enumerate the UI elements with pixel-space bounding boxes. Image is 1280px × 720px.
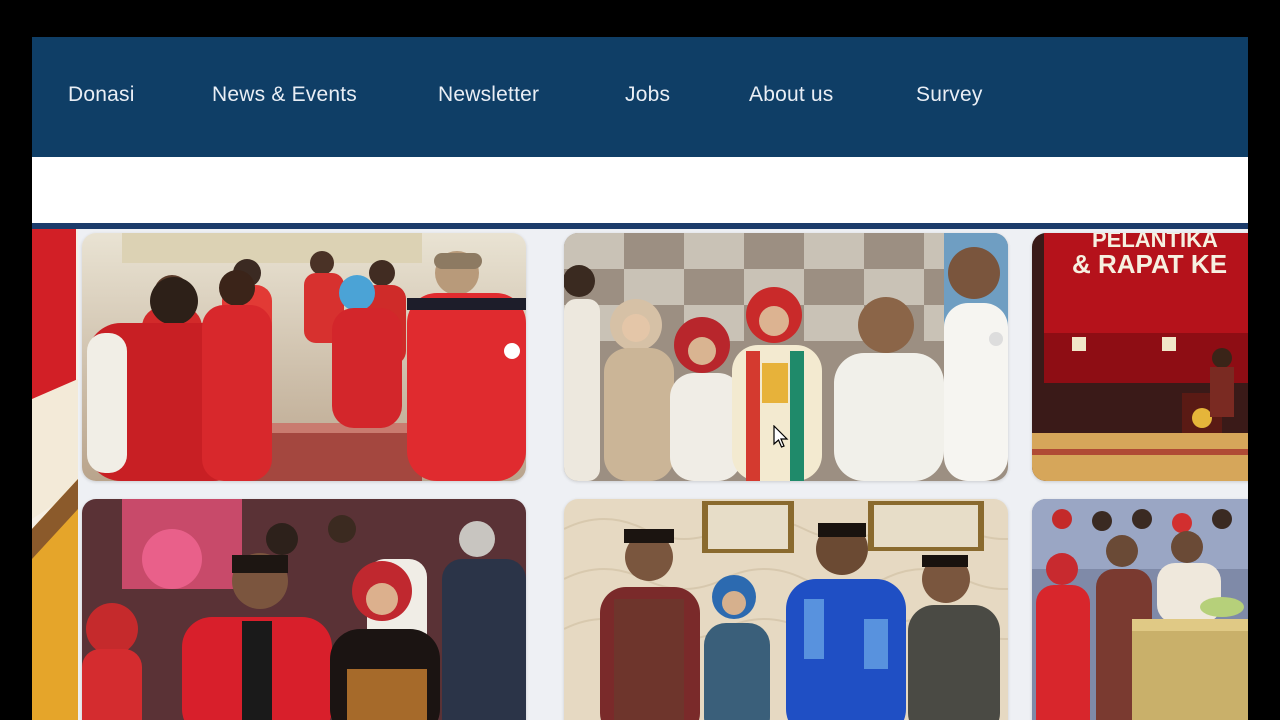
gallery-photo-3[interactable]: PELANTIKA & RAPAT KE <box>1032 233 1248 481</box>
mouse-cursor-icon <box>773 425 789 448</box>
gallery-photo-4[interactable] <box>82 499 526 720</box>
nav-jobs[interactable]: Jobs <box>625 83 670 107</box>
decorative-banner-edge <box>32 229 78 720</box>
browser-viewport: Donasi News & Events Newsletter Jobs Abo… <box>32 37 1248 720</box>
main-navbar: Donasi News & Events Newsletter Jobs Abo… <box>32 37 1248 157</box>
nav-newsletter[interactable]: Newsletter <box>438 83 539 107</box>
nav-survey[interactable]: Survey <box>916 83 983 107</box>
nav-donasi[interactable]: Donasi <box>68 83 135 107</box>
gallery-photo-1[interactable] <box>82 233 526 481</box>
banner-text-line2: & RAPAT KE <box>1072 249 1227 279</box>
gallery-photo-6[interactable] <box>1032 499 1248 720</box>
header-spacer <box>32 157 1248 223</box>
nav-about-us[interactable]: About us <box>749 83 834 107</box>
nav-news-events[interactable]: News & Events <box>212 83 357 107</box>
gallery-photo-5[interactable] <box>564 499 1008 720</box>
photo-gallery: PELANTIKA & RAPAT KE <box>32 229 1248 720</box>
